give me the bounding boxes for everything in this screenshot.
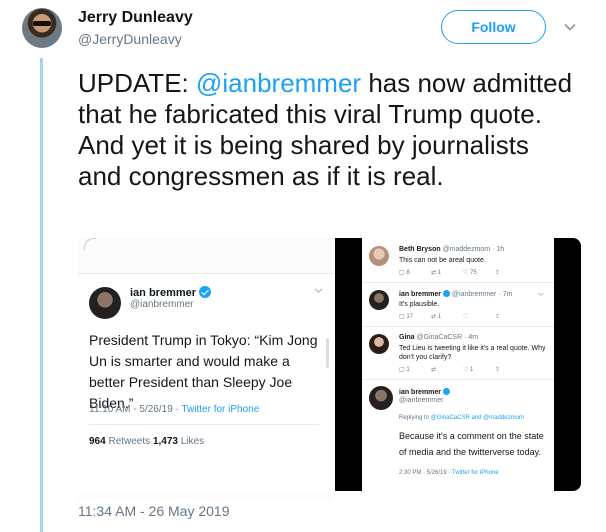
replying-to: Replying to @GinaCaCSR and @maddezmom — [399, 415, 524, 421]
reply-author-name: Beth Bryson — [399, 246, 441, 253]
avatar[interactable] — [22, 8, 62, 48]
reply-text: This can not be areal quote. — [399, 257, 486, 264]
follow-button[interactable]: Follow — [441, 10, 546, 44]
like-count: 75 — [470, 270, 477, 276]
reply-text: It's plausible. — [399, 301, 440, 308]
author-handle[interactable]: @JerryDunleavy — [78, 31, 182, 47]
reply-author: Gina @GinaCaCSR · 4m — [399, 334, 478, 341]
tweet-text-prefix: UPDATE: — [78, 68, 196, 98]
reply-icon: ▢ 1 — [399, 367, 410, 373]
embedded-via-link: Twitter for iPhone — [181, 404, 260, 415]
reply-count: 8 — [406, 270, 410, 276]
reply-actions: ▢ 1 ⇄ ♡ 1 ⇪ — [399, 366, 527, 373]
embedded-author-name: ian bremmer — [130, 286, 212, 299]
share-icon: ⇪ — [495, 367, 501, 373]
divider — [362, 282, 554, 283]
embedded-stats: 964 Retweets 1,473 Likes — [89, 436, 204, 447]
scrollbar — [326, 338, 329, 368]
retweet-icon: ⇄ — [431, 367, 437, 373]
retweet-count: 1 — [437, 270, 442, 276]
reply-count: 17 — [406, 314, 414, 320]
retweet-icon: ⇄ 1 — [431, 314, 442, 320]
main-reply-handle: @ianbremmer — [399, 397, 444, 404]
reply-author-name: Gina — [399, 334, 415, 341]
verified-icon — [442, 290, 450, 297]
retweets-count: 964 — [89, 436, 106, 447]
replying-to-links: @GinaCaCSR and @maddezmom — [430, 415, 524, 421]
reply-icon: ▢ 17 — [399, 314, 414, 320]
reply-avatar — [369, 246, 389, 266]
likes-label: Likes — [177, 436, 205, 447]
embedded-timestamp: 11:10 AM - 5/26/19 · Twitter for iPhone — [89, 404, 259, 415]
embedded-time-text: 11:10 AM - 5/26/19 · — [89, 404, 182, 415]
attached-image-2[interactable]: Beth Bryson @maddezmom · 1h This can not… — [335, 238, 581, 491]
like-icon: ♡ 75 — [463, 270, 477, 276]
retweet-icon: ⇄ 1 — [431, 270, 442, 276]
embedded-tweet-text: President Trump in Tokyo: “Kim Jong Un i… — [89, 332, 318, 411]
main-reply-avatar — [369, 386, 393, 410]
reply-meta: @ianbremmer · 7m — [449, 291, 513, 298]
embedded-author-name-text: ian bremmer — [130, 287, 197, 299]
reply-text: Ted Lieu is tweeting it like it's a real… — [399, 345, 546, 361]
like-count: 1 — [470, 367, 474, 373]
embedded-author-handle: @ianbremmer — [130, 299, 194, 310]
main-reply-time: 2:30 PM · 5/26/19 · — [399, 470, 452, 476]
share-icon: ⇪ — [495, 270, 501, 276]
reply-actions: ▢ 17 ⇄ 1 ♡ ⇪ — [399, 313, 527, 320]
reply-meta: @GinaCaCSR · 4m — [414, 334, 479, 341]
verified-icon — [199, 286, 212, 298]
divider — [89, 424, 319, 425]
reply-meta: @maddezmom · 1h — [440, 246, 505, 253]
replying-prefix: Replying to — [399, 415, 431, 421]
reply-author-name: ian bremmer — [399, 291, 442, 298]
main-reply-via: Twitter for iPhone — [451, 470, 499, 476]
share-icon: ⇪ — [495, 314, 501, 320]
author-name[interactable]: Jerry Dunleavy — [78, 9, 193, 27]
chevron-down-icon[interactable] — [563, 20, 577, 34]
reply-avatar — [369, 334, 389, 354]
mention-link[interactable]: @ianbremmer — [196, 68, 361, 98]
reply-count: 1 — [406, 367, 410, 373]
attached-image-1[interactable]: ian bremmer @ianbremmer President Trump … — [78, 238, 334, 500]
reply-actions: ▢ 8 ⇄ 1 ♡ 75 ⇪ — [399, 269, 527, 276]
thread-line — [40, 58, 43, 532]
chevron-down-icon — [314, 288, 323, 294]
tweet-timestamp[interactable]: 11:34 AM - 26 May 2019 — [78, 503, 230, 519]
main-reply-text: Because it's a comment on the state of m… — [399, 431, 544, 457]
like-icon: ♡ — [463, 314, 469, 320]
sunglasses-graphic — [33, 21, 51, 26]
main-reply-timestamp: 2:30 PM · 5/26/19 · Twitter for iPhone — [399, 470, 499, 476]
reply-author: Beth Bryson @maddezmom · 1h — [399, 246, 504, 253]
chevron-down-icon — [538, 292, 544, 297]
page-curl-graphic — [84, 238, 96, 250]
like-icon: ♡ 1 — [463, 367, 474, 373]
reply-avatar — [369, 290, 389, 310]
phone-screen: Beth Bryson @maddezmom · 1h This can not… — [362, 238, 554, 491]
reply-icon: ▢ 8 — [399, 270, 410, 276]
embedded-avatar — [89, 287, 121, 319]
verified-icon — [442, 388, 450, 395]
divider — [362, 379, 554, 380]
embedded-tweet-card: ian bremmer @ianbremmer President Trump … — [78, 273, 334, 495]
reply-author: ian bremmer @ianbremmer · 7m — [399, 290, 512, 298]
retweets-label: Retweets — [105, 436, 153, 447]
main-reply-author: ian bremmer — [399, 388, 450, 396]
retweet-count: 1 — [437, 314, 442, 320]
divider — [362, 326, 554, 327]
main-reply-author-name: ian bremmer — [399, 389, 442, 396]
tweet-text: UPDATE: @ianbremmer has now admitted tha… — [78, 68, 578, 192]
likes-count: 1,473 — [152, 436, 178, 447]
